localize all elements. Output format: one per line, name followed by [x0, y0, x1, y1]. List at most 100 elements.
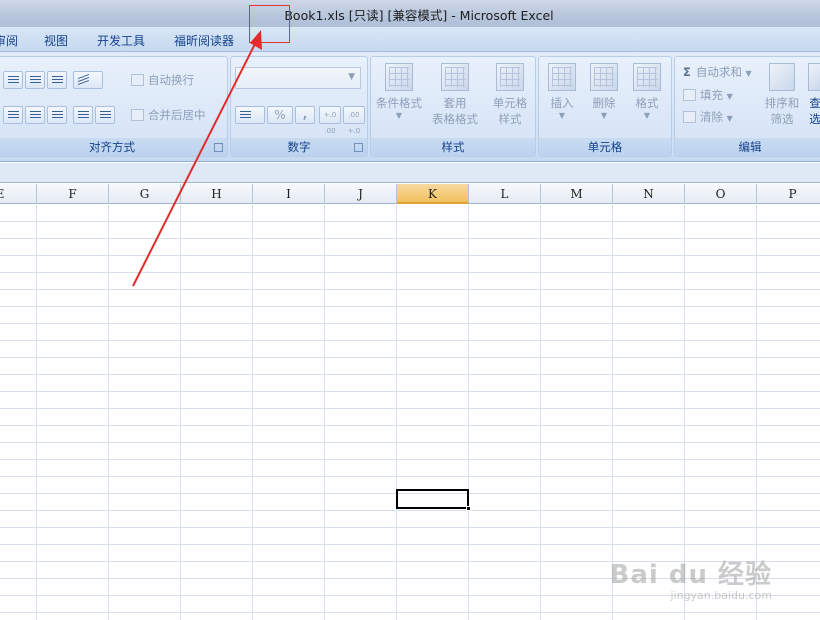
wrap-text-label: 自动换行 [148, 73, 194, 87]
conditional-format-label: 条件格式 [376, 96, 422, 110]
column-header-i[interactable]: I [253, 184, 325, 204]
sort-filter-label-1: 排序和 [764, 96, 800, 110]
watermark: Bai du 经验 jingyan.baidu.com [610, 554, 773, 602]
chevron-down-icon: ▼ [348, 72, 355, 82]
number-format-dropdown[interactable]: ▼ [235, 67, 361, 89]
align-top-button[interactable] [3, 71, 23, 89]
align-middle-button[interactable] [25, 71, 45, 89]
fill-down-icon [683, 89, 696, 101]
align-left-button[interactable] [3, 106, 23, 124]
format-cells-button[interactable]: 格式 ▼ [625, 63, 669, 120]
sort-filter-icon [769, 63, 795, 91]
number-dialog-launcher[interactable] [354, 143, 363, 152]
column-header-g[interactable]: G [109, 184, 181, 204]
comma-style-button[interactable]: , [295, 106, 315, 124]
editing-group: Σ 自动求和 ▼ 填充 ▼ 清除 ▼ 排序和 筛选 查 选 编辑 [674, 56, 820, 157]
tab-review[interactable]: 审阅 [0, 32, 18, 49]
conditional-format-button[interactable]: 条件格式 ▼ [373, 63, 425, 120]
align-left-icon [8, 111, 19, 119]
increase-decimal-button[interactable]: +.0 .00 [319, 106, 341, 135]
column-header-f[interactable]: F [37, 184, 109, 204]
number-group: ▼ % , +.0 .00 .00 +.0 数字 [230, 56, 368, 157]
autosum-label: 自动求和 [695, 65, 742, 79]
align-middle-icon [30, 76, 41, 84]
find-select-label-1: 查 [809, 96, 820, 110]
delete-cells-button[interactable]: 删除 ▼ [583, 63, 625, 120]
sigma-icon: Σ [683, 65, 691, 79]
increase-indent-button[interactable] [95, 106, 115, 124]
cell-styles-label-1: 单元格 [492, 96, 528, 110]
cell-styles-label-2: 样式 [498, 112, 522, 126]
formula-bar[interactable] [0, 163, 820, 183]
tab-developer[interactable]: 开发工具 [97, 32, 145, 49]
column-header-p[interactable]: P [757, 184, 820, 204]
editing-group-label: 编辑 [675, 138, 820, 156]
decrease-decimal-button[interactable]: .00 +.0 [343, 106, 365, 135]
ribbon-tabs: 审阅 视图 开发工具 福昕阅读器 [0, 27, 820, 52]
tab-view[interactable]: 视图 [44, 32, 68, 49]
format-as-table-button[interactable]: 套用 表格格式 [427, 63, 483, 127]
styles-group: 条件格式 ▼ 套用 表格格式 单元格 样式 样式 [370, 56, 536, 157]
title-bar: Book1.xls [只读] [兼容模式] - Microsoft Excel [0, 0, 820, 27]
alignment-group: 自动换行 合并后居中 对齐方式 [0, 56, 228, 157]
styles-group-label: 样式 [371, 138, 535, 156]
column-header-l[interactable]: L [469, 184, 541, 204]
fill-handle[interactable] [466, 506, 471, 511]
merge-center-icon [131, 109, 144, 121]
align-bottom-button[interactable] [47, 71, 67, 89]
fill-button[interactable]: 填充 ▼ [683, 87, 733, 103]
insert-cells-icon [548, 63, 576, 91]
format-label: 格式 [635, 96, 659, 110]
column-header-j[interactable]: J [325, 184, 397, 204]
orientation-icon [78, 73, 89, 87]
clear-button[interactable]: 清除 ▼ [683, 109, 733, 125]
conditional-format-icon [385, 63, 413, 91]
align-right-icon [52, 111, 63, 119]
eraser-icon [683, 111, 696, 123]
insert-label: 插入 [550, 96, 574, 110]
column-header-row: E F G H I J K L M N O P [0, 184, 820, 204]
binoculars-icon [808, 63, 820, 91]
wrap-text-button[interactable]: 自动换行 [131, 72, 194, 88]
active-cell[interactable] [396, 489, 471, 511]
sort-filter-button[interactable]: 排序和 筛选 [759, 63, 805, 127]
delete-cells-icon [590, 63, 618, 91]
tab-foxit-reader[interactable]: 福昕阅读器 [174, 32, 234, 49]
column-header-e[interactable]: E [0, 184, 37, 204]
column-header-h[interactable]: H [181, 184, 253, 204]
find-select-label-2: 选 [809, 112, 820, 126]
alignment-group-label: 对齐方式 [0, 138, 227, 156]
insert-cells-button[interactable]: 插入 ▼ [541, 63, 583, 120]
column-header-k[interactable]: K [397, 184, 469, 204]
alignment-dialog-launcher[interactable] [214, 143, 223, 152]
decrease-indent-button[interactable] [73, 106, 93, 124]
orientation-button[interactable] [73, 71, 103, 89]
number-group-label: 数字 [231, 138, 367, 156]
autosum-button[interactable]: Σ 自动求和 ▼ [683, 64, 752, 80]
column-header-m[interactable]: M [541, 184, 613, 204]
column-header-o[interactable]: O [685, 184, 757, 204]
format-cells-icon [633, 63, 661, 91]
cells-group: 插入 ▼ 删除 ▼ 格式 ▼ 单元格 [538, 56, 672, 157]
ribbon: 自动换行 合并后居中 对齐方式 ▼ % , +.0 .00 .00 +.0 数字… [0, 52, 820, 162]
cell-styles-button[interactable]: 单元格 样式 [485, 63, 535, 127]
delete-label: 删除 [592, 96, 616, 110]
table-format-icon [441, 63, 469, 91]
accounting-format-button[interactable] [235, 106, 265, 124]
currency-icon [240, 111, 251, 119]
find-select-button[interactable]: 查 选 [805, 63, 820, 127]
column-header-n[interactable]: N [613, 184, 685, 204]
sort-filter-label-2: 筛选 [770, 112, 794, 126]
merge-center-button[interactable]: 合并后居中 [131, 107, 206, 123]
fill-label: 填充 [700, 88, 723, 102]
clear-label: 清除 [700, 110, 723, 124]
percent-style-button[interactable]: % [267, 106, 293, 124]
align-center-button[interactable] [25, 106, 45, 124]
align-top-icon [8, 76, 19, 84]
merge-center-label: 合并后居中 [148, 108, 206, 122]
decrease-indent-icon [78, 111, 89, 119]
wrap-text-icon [131, 74, 144, 86]
cell-styles-icon [496, 63, 524, 91]
align-right-button[interactable] [47, 106, 67, 124]
align-center-icon [30, 111, 41, 119]
